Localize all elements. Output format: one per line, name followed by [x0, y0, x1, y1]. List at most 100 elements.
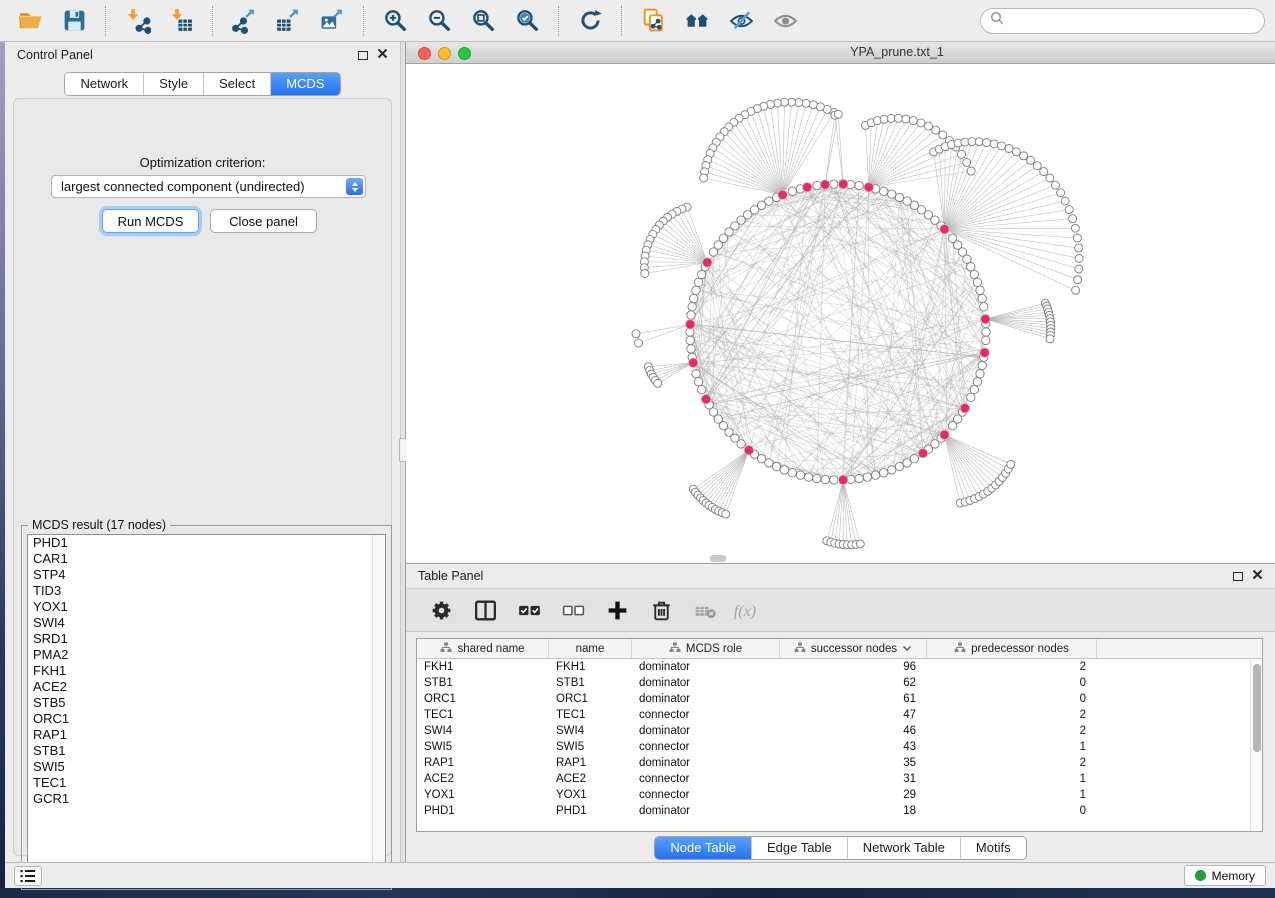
table-cell[interactable]: 47: [780, 707, 927, 723]
network-node[interactable]: [788, 469, 796, 477]
satellite-node[interactable]: [894, 114, 902, 122]
table-cell[interactable]: dominator: [632, 723, 780, 739]
add-column-icon[interactable]: [600, 594, 634, 626]
network-node[interactable]: [821, 475, 829, 483]
table-cell[interactable]: 46: [780, 723, 927, 739]
network-node[interactable]: [855, 474, 863, 482]
satellite-node[interactable]: [1072, 286, 1080, 294]
table-cell[interactable]: 61: [780, 691, 927, 707]
hide-selected-icon[interactable]: [721, 4, 761, 38]
mcds-hub-node[interactable]: [778, 190, 788, 200]
table-settings-icon[interactable]: [424, 594, 458, 626]
table-cell[interactable]: 1: [927, 739, 1097, 755]
table-cell[interactable]: YOX1: [549, 787, 632, 803]
mcds-hub-node[interactable]: [838, 179, 848, 189]
table-cell[interactable]: ORC1: [417, 691, 549, 707]
table-scrollbar[interactable]: [1250, 659, 1262, 831]
network-node[interactable]: [830, 476, 838, 484]
search-input[interactable]: [1010, 14, 1255, 28]
network-node[interactable]: [976, 370, 984, 378]
satellite-node[interactable]: [856, 540, 864, 548]
satellite-node[interactable]: [1074, 276, 1082, 284]
table-cell[interactable]: 96: [780, 659, 927, 675]
mcds-result-item[interactable]: STB5: [28, 695, 385, 711]
mcds-result-item[interactable]: ORC1: [28, 711, 385, 727]
table-cell[interactable]: dominator: [632, 691, 780, 707]
mcds-result-item[interactable]: TEC1: [28, 775, 385, 791]
network-node[interactable]: [690, 294, 698, 302]
network-node[interactable]: [688, 303, 696, 311]
mcds-hub-node[interactable]: [688, 358, 698, 368]
satellite-node[interactable]: [1046, 174, 1054, 182]
network-node[interactable]: [698, 270, 706, 278]
network-node[interactable]: [804, 473, 812, 481]
network-canvas[interactable]: [406, 64, 1275, 563]
mcds-result-item[interactable]: RAP1: [28, 727, 385, 743]
table-cell[interactable]: dominator: [632, 755, 780, 771]
column-header-name[interactable]: name: [549, 639, 632, 658]
table-row[interactable]: RAP1RAP1dominator352: [417, 755, 1262, 771]
maximize-window-icon[interactable]: [458, 47, 471, 60]
satellite-node[interactable]: [802, 99, 810, 107]
network-node[interactable]: [976, 286, 984, 294]
network-node[interactable]: [888, 466, 896, 474]
table-row[interactable]: FKH1FKH1dominator962: [417, 659, 1262, 675]
mcds-result-item[interactable]: PMA2: [28, 647, 385, 663]
mcds-result-list[interactable]: PHD1CAR1STP4TID3YOX1SWI4SRD1PMA2FKH1ACE2…: [27, 534, 386, 883]
mcds-result-item[interactable]: SWI4: [28, 615, 385, 631]
show-all-icon[interactable]: [765, 4, 805, 38]
tab-edge-table[interactable]: Edge Table: [751, 837, 847, 859]
first-neighbors-icon[interactable]: [677, 4, 717, 38]
network-node[interactable]: [686, 336, 694, 344]
satellite-node[interactable]: [1007, 460, 1015, 468]
network-node[interactable]: [973, 278, 981, 286]
network-node[interactable]: [970, 270, 978, 278]
table-cell[interactable]: SWI4: [549, 723, 632, 739]
mcds-hub-node[interactable]: [703, 258, 713, 268]
network-node[interactable]: [692, 286, 700, 294]
satellite-node[interactable]: [654, 379, 662, 387]
network-node[interactable]: [830, 180, 838, 188]
close-table-panel-icon[interactable]: [1252, 569, 1263, 583]
satellite-node[interactable]: [902, 115, 910, 123]
mcds-hub-node[interactable]: [744, 445, 754, 455]
table-cell[interactable]: dominator: [632, 675, 780, 691]
network-node[interactable]: [948, 234, 956, 242]
satellite-node[interactable]: [1027, 156, 1035, 164]
table-cell[interactable]: RAP1: [417, 755, 549, 771]
satellite-node[interactable]: [932, 126, 940, 134]
search-box[interactable]: [980, 8, 1265, 34]
satellite-node[interactable]: [635, 339, 643, 347]
export-image-icon[interactable]: [312, 4, 352, 38]
network-node[interactable]: [978, 294, 986, 302]
table-scrollbar-thumb[interactable]: [1253, 664, 1261, 752]
mcds-hub-node[interactable]: [940, 224, 950, 234]
deselect-all-rows-icon[interactable]: [556, 594, 590, 626]
table-cell[interactable]: FKH1: [549, 659, 632, 675]
table-row[interactable]: TEC1TEC1connector472: [417, 707, 1262, 723]
table-cell[interactable]: dominator: [632, 659, 780, 675]
table-cell[interactable]: FKH1: [417, 659, 549, 675]
satellite-node[interactable]: [834, 110, 842, 118]
table-cell[interactable]: 43: [780, 739, 927, 755]
satellite-node[interactable]: [632, 330, 640, 338]
network-node[interactable]: [765, 459, 773, 467]
satellite-node[interactable]: [1046, 335, 1054, 343]
column-visibility-icon[interactable]: [468, 594, 502, 626]
network-node[interactable]: [687, 311, 695, 319]
network-node[interactable]: [694, 378, 702, 386]
network-node[interactable]: [855, 181, 863, 189]
satellite-node[interactable]: [983, 139, 991, 147]
satellite-node[interactable]: [887, 114, 895, 122]
satellite-node[interactable]: [1012, 148, 1020, 156]
tab-node-table[interactable]: Node Table: [655, 837, 751, 859]
network-graph[interactable]: [406, 64, 1275, 563]
mcds-hub-node[interactable]: [940, 430, 950, 440]
table-cell[interactable]: 18: [780, 803, 927, 819]
zoom-out-icon[interactable]: [419, 4, 459, 38]
network-node[interactable]: [772, 462, 780, 470]
table-cell[interactable]: 31: [780, 771, 927, 787]
zoom-fit-icon[interactable]: [463, 4, 503, 38]
table-cell[interactable]: ACE2: [549, 771, 632, 787]
run-mcds-button[interactable]: Run MCDS: [102, 209, 199, 233]
